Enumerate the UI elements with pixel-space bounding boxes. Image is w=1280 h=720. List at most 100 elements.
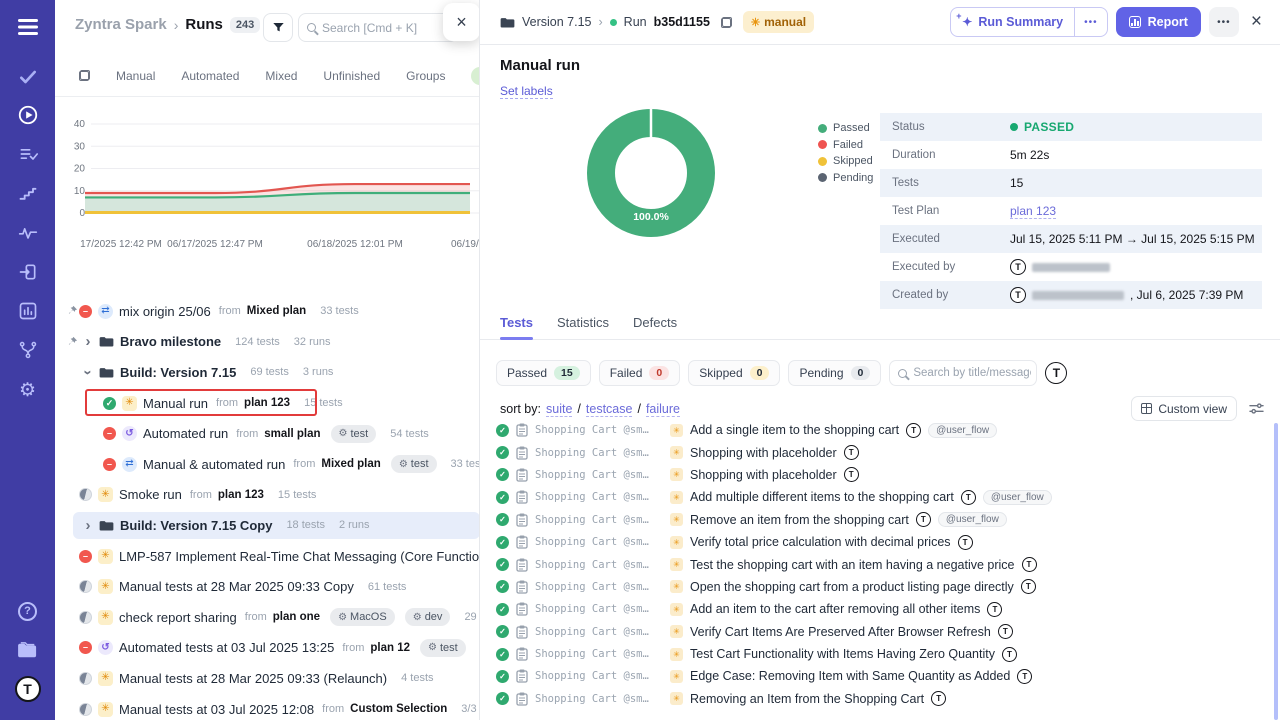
branches-icon[interactable] bbox=[0, 335, 55, 365]
runs-tab-mixed[interactable]: Mixed bbox=[265, 69, 297, 83]
assignee-filter-avatar[interactable]: T bbox=[1045, 362, 1067, 384]
close-run-button[interactable]: × bbox=[1247, 11, 1266, 33]
duplicate-icon[interactable] bbox=[79, 70, 90, 81]
sort-by-suite[interactable]: suite bbox=[546, 402, 572, 417]
activity-icon[interactable] bbox=[0, 218, 55, 248]
pin-icon[interactable] bbox=[67, 305, 78, 316]
test-plan-link[interactable]: plan 123 bbox=[1010, 204, 1056, 219]
test-row[interactable]: ✓Shopping Cart @sm…✳Verify Cart Items Ar… bbox=[496, 621, 1268, 643]
run-group-row[interactable]: ›Build: Version 7.1569 tests3 runs bbox=[55, 357, 480, 388]
pin-icon[interactable] bbox=[67, 336, 78, 347]
test-row[interactable]: ✓Shopping Cart @sm…✳Test Cart Functional… bbox=[496, 643, 1268, 665]
custom-view-button[interactable]: Custom view bbox=[1131, 396, 1237, 421]
tab-statistics[interactable]: Statistics bbox=[557, 315, 609, 339]
panel-close-button[interactable]: × bbox=[443, 3, 480, 41]
plan-name[interactable]: Mixed plan bbox=[321, 458, 380, 470]
env-badge: ⚙test bbox=[391, 455, 437, 473]
plan-name[interactable]: plan 123 bbox=[244, 397, 290, 409]
runs-tab-unfinished[interactable]: Unfinished bbox=[323, 69, 380, 83]
filter-button[interactable] bbox=[263, 13, 293, 42]
plan-name[interactable]: Custom Selection bbox=[350, 703, 447, 715]
test-row[interactable]: ✓Shopping Cart @sm…✳Open the shopping ca… bbox=[496, 576, 1268, 598]
run-group-row[interactable]: ›Bravo milestone124 tests32 runs bbox=[55, 327, 480, 358]
run-item-row[interactable]: ✳Manual tests at 28 Mar 2025 09:33 Copy6… bbox=[55, 571, 480, 602]
tab-defects[interactable]: Defects bbox=[633, 315, 677, 339]
copy-run-id-icon[interactable] bbox=[721, 17, 732, 28]
plan-name[interactable]: small plan bbox=[264, 428, 320, 440]
test-row[interactable]: ✓Shopping Cart @sm…✳Edge Case: Removing … bbox=[496, 665, 1268, 687]
runs-tab-automated[interactable]: Automated bbox=[181, 69, 239, 83]
sort-by-failure[interactable]: failure bbox=[646, 402, 680, 417]
run-title: Manual run bbox=[500, 57, 580, 74]
chevron-down-icon[interactable]: › bbox=[80, 367, 97, 377]
filter-skipped-button[interactable]: Skipped0 bbox=[688, 360, 780, 386]
tests-scrollbar[interactable] bbox=[1274, 423, 1278, 720]
test-title: Edge Case: Removing Item with Same Quant… bbox=[690, 669, 1010, 683]
filter-failed-button[interactable]: Failed0 bbox=[599, 360, 681, 386]
test-row[interactable]: ✓Shopping Cart @sm…✳Add multiple differe… bbox=[496, 486, 1268, 508]
account-avatar[interactable]: T bbox=[0, 674, 55, 704]
sort-by-testcase[interactable]: testcase bbox=[586, 402, 633, 417]
run-title: Manual & automated run bbox=[143, 457, 285, 472]
run-item-row[interactable]: ✳Manual tests at 03 Jul 2025 12:08fromCu… bbox=[55, 694, 480, 720]
funnel-icon bbox=[272, 21, 285, 34]
runs-search[interactable] bbox=[298, 13, 458, 42]
run-summary-button[interactable]: +✦ Run Summary ••• bbox=[950, 7, 1107, 37]
run-item-row[interactable]: ✳check report sharingfromplan one⚙MacOS⚙… bbox=[55, 602, 480, 633]
breadcrumb-project[interactable]: Zyntra Spark bbox=[75, 16, 167, 33]
test-row[interactable]: ✓Shopping Cart @sm…✳Shopping with placeh… bbox=[496, 464, 1268, 486]
plan-name[interactable]: Mixed plan bbox=[247, 305, 306, 317]
steps-icon[interactable] bbox=[0, 178, 55, 208]
plan-name[interactable]: plan one bbox=[273, 611, 320, 623]
settings-icon[interactable]: ⚙ bbox=[0, 375, 55, 405]
test-row[interactable]: ✓Shopping Cart @sm…✳Remove an item from … bbox=[496, 509, 1268, 531]
runs-tab-manual[interactable]: Manual bbox=[116, 69, 155, 83]
tab-tests[interactable]: Tests bbox=[500, 315, 533, 339]
tests-search[interactable] bbox=[889, 360, 1037, 386]
test-plans-icon[interactable] bbox=[0, 139, 55, 169]
plan-name[interactable]: plan 12 bbox=[370, 642, 410, 654]
run-item-row[interactable]: –⇄Manual & automated runfromMixed plan⚙t… bbox=[55, 449, 480, 480]
analytics-icon[interactable] bbox=[0, 296, 55, 326]
test-title: Shopping with placeholder bbox=[690, 446, 837, 460]
runs-icon[interactable] bbox=[0, 100, 55, 130]
projects-icon[interactable] bbox=[0, 635, 55, 665]
passed-status-icon: ✓ bbox=[496, 648, 509, 661]
run-item-row[interactable]: –✳LMP-587 Implement Real-Time Chat Messa… bbox=[55, 541, 480, 572]
runs-tab-groups[interactable]: Groups bbox=[406, 69, 445, 83]
tasks-icon[interactable] bbox=[0, 62, 55, 92]
menu-icon[interactable] bbox=[0, 12, 55, 42]
filter-pending-button[interactable]: Pending0 bbox=[788, 360, 881, 386]
test-row[interactable]: ✓Shopping Cart @sm…✳Add a single item to… bbox=[496, 419, 1268, 441]
sliders-icon[interactable] bbox=[1249, 402, 1264, 415]
run-summary-more-button[interactable]: ••• bbox=[1075, 17, 1107, 28]
filter-passed-button[interactable]: Passed15 bbox=[496, 360, 591, 386]
run-item-row[interactable]: –↺Automated tests at 03 Jul 2025 13:25fr… bbox=[55, 633, 480, 664]
runs-tab-tes[interactable]: tes bbox=[471, 67, 480, 85]
tests-search-input[interactable] bbox=[913, 367, 1031, 379]
more-actions-button[interactable]: ••• bbox=[1209, 7, 1239, 37]
breadcrumb-folder[interactable]: Version 7.15 bbox=[522, 15, 592, 29]
report-button[interactable]: Report bbox=[1116, 7, 1201, 37]
manual-run-icon: ✳ bbox=[98, 610, 113, 625]
run-group-row[interactable]: ›Build: Version 7.15 Copy18 tests2 runs bbox=[55, 510, 480, 541]
redacted-username bbox=[1032, 291, 1124, 300]
runs-search-input[interactable] bbox=[322, 21, 432, 35]
help-icon[interactable]: ? bbox=[0, 596, 55, 626]
chevron-right-icon[interactable]: › bbox=[83, 517, 93, 534]
test-row[interactable]: ✓Shopping Cart @sm…✳Removing an Item fro… bbox=[496, 688, 1268, 710]
detail-value: Jul 15, 2025 5:11 PM → Jul 15, 2025 5:15… bbox=[1010, 232, 1255, 246]
plan-name[interactable]: plan 123 bbox=[218, 489, 264, 501]
run-item-row[interactable]: –↺Automated runfromsmall plan⚙test54 tes… bbox=[55, 418, 480, 449]
set-labels-link[interactable]: Set labels bbox=[500, 84, 553, 99]
run-item-row[interactable]: ✳Smoke runfromplan 12315 tests bbox=[55, 480, 480, 511]
import-icon[interactable] bbox=[0, 257, 55, 287]
run-item-row[interactable]: ✓✳Manual runfromplan 12315 tests bbox=[55, 388, 480, 419]
test-row[interactable]: ✓Shopping Cart @sm…✳Add an item to the c… bbox=[496, 598, 1268, 620]
run-item-row[interactable]: ✳Manual tests at 28 Mar 2025 09:33 (Rela… bbox=[55, 663, 480, 694]
run-item-row[interactable]: –⇄mix origin 25/06fromMixed plan33 tests bbox=[55, 296, 480, 327]
chevron-right-icon[interactable]: › bbox=[83, 333, 93, 350]
test-row[interactable]: ✓Shopping Cart @sm…✳Shopping with placeh… bbox=[496, 441, 1268, 463]
test-row[interactable]: ✓Shopping Cart @sm…✳Test the shopping ca… bbox=[496, 553, 1268, 575]
test-row[interactable]: ✓Shopping Cart @sm…✳Verify total price c… bbox=[496, 531, 1268, 553]
